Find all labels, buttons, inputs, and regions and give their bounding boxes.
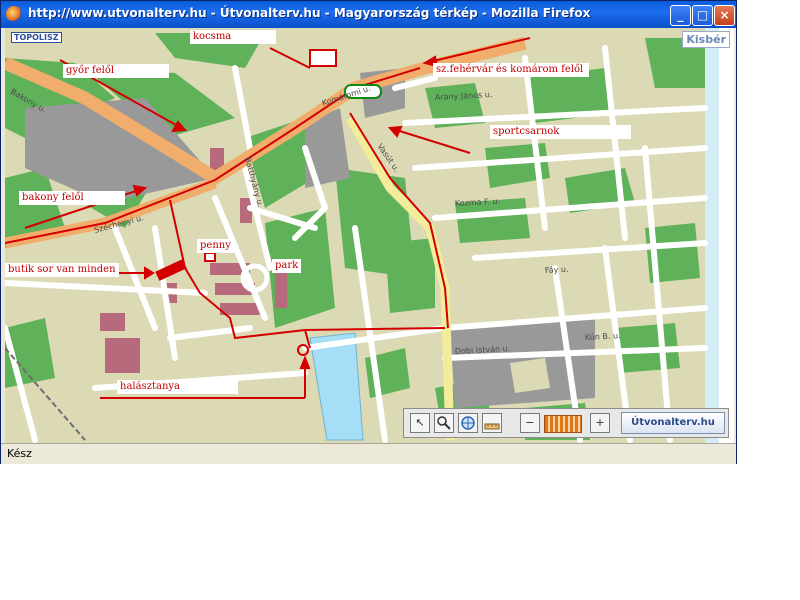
browser-window: http://www.utvonalterv.hu - Útvonalterv.… — [0, 0, 737, 464]
label-kocsma: kocsma — [190, 30, 276, 44]
magnify-tool-button[interactable] — [434, 413, 454, 433]
label-park: park — [272, 259, 302, 273]
zoom-out-button[interactable]: − — [520, 413, 540, 433]
map-canvas[interactable]: Komáromi u. Vasút u. Széchenyi u. Kozma … — [5, 28, 734, 443]
status-bar: Kész — [1, 443, 736, 464]
window-title: http://www.utvonalterv.hu - Útvonalterv.… — [28, 6, 591, 20]
kisber-badge[interactable]: Kisbér — [682, 31, 730, 48]
label-szfehervar: sz.fehérvár és komárom felől — [433, 63, 589, 77]
title-bar: http://www.utvonalterv.hu - Útvonalterv.… — [1, 1, 736, 28]
label-butik: butik sor van minden — [5, 263, 119, 277]
street-fay: Fáy u. — [545, 265, 569, 275]
pointer-tool-button[interactable]: ↖ — [410, 413, 430, 433]
river-strip — [705, 28, 719, 443]
globe-tool-button[interactable] — [458, 413, 478, 433]
zoom-slider[interactable] — [544, 415, 582, 433]
status-text: Kész — [7, 447, 32, 460]
label-halasztanya: halásztanya — [117, 380, 238, 394]
topolisz-logo: TOPOLISZ — [11, 32, 62, 43]
ruler-icon — [484, 423, 500, 430]
zoom-in-button[interactable]: + — [590, 413, 610, 433]
close-button[interactable]: × — [714, 5, 735, 26]
firefox-icon — [6, 6, 22, 22]
distance-tool-button[interactable] — [482, 413, 502, 433]
minimize-button[interactable]: _ — [670, 5, 691, 26]
globe-icon — [461, 416, 475, 430]
courtyard — [510, 358, 550, 393]
kocsma-marker — [309, 49, 337, 67]
label-penny: penny — [197, 239, 234, 253]
street-kun: Kún B. u. — [585, 331, 621, 342]
magnifier-icon — [437, 416, 451, 430]
map-toolbar: ↖ − + Útvonalterv.hu — [403, 408, 729, 438]
penny-marker — [204, 252, 216, 262]
label-sportcsarnok: sportcsarnok — [490, 125, 631, 139]
map-edge — [717, 28, 734, 443]
map-view[interactable]: Komáromi u. Vasút u. Széchenyi u. Kozma … — [5, 28, 734, 443]
utvonalterv-brand-button[interactable]: Útvonalterv.hu — [621, 412, 725, 434]
label-bakony: bakony felől — [19, 191, 125, 205]
label-gyor: győr felől — [63, 64, 169, 78]
maximize-button[interactable]: □ — [692, 5, 713, 26]
